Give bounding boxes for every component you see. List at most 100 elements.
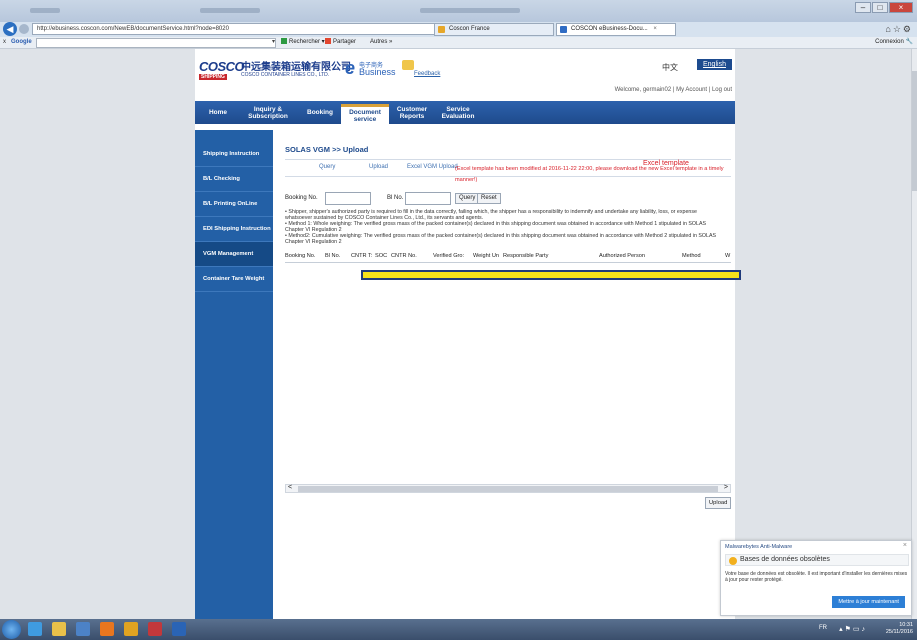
query-button[interactable]: Query bbox=[455, 193, 480, 204]
menu-booking[interactable]: Booking bbox=[299, 101, 341, 124]
signin-button[interactable]: Connexion 🔧 bbox=[875, 37, 913, 48]
vgm-rules: • Shipper, shipper's authorized party is… bbox=[285, 209, 725, 246]
clock-date: 25/11/2016 bbox=[885, 629, 913, 635]
minimize-button[interactable]: – bbox=[855, 2, 871, 13]
rule-text: • Method 1: Whole weighing: The verified… bbox=[285, 221, 707, 234]
tab-coscon-france[interactable]: Coscon France bbox=[434, 23, 554, 36]
feedback-link[interactable]: Feedback bbox=[414, 71, 440, 77]
chrome-icon[interactable] bbox=[100, 622, 114, 636]
excel-template-link[interactable]: Excel template bbox=[643, 160, 689, 167]
horizontal-scrollbar[interactable]: < > bbox=[285, 484, 731, 493]
search-icon bbox=[281, 38, 287, 44]
menu-home[interactable]: Home bbox=[199, 101, 237, 124]
booking-label: Booking No. bbox=[285, 195, 318, 201]
start-button[interactable] bbox=[2, 620, 21, 639]
tab-favicon-icon bbox=[438, 26, 445, 33]
popup-body: Votre base de données est obsolète. Il e… bbox=[725, 571, 908, 583]
tab-excel-vgm-upload[interactable]: Excel VGM Upload bbox=[407, 164, 458, 170]
column-header[interactable]: Bl No. bbox=[325, 253, 340, 259]
column-header[interactable]: CNTR No. bbox=[391, 253, 417, 259]
share-icon bbox=[325, 38, 331, 44]
column-header[interactable]: W bbox=[725, 253, 730, 259]
url-text: http://ebusiness.coscon.com/NewEB/docume… bbox=[37, 26, 229, 32]
language-chinese[interactable]: 中文 bbox=[662, 62, 678, 73]
sidebar-item-container-tare[interactable]: Container Tare Weight bbox=[195, 267, 273, 292]
bl-input[interactable] bbox=[405, 192, 451, 205]
tab-upload[interactable]: Upload bbox=[369, 164, 388, 170]
browser-toolbar-icons[interactable]: ⌂☆⚙ bbox=[885, 24, 913, 35]
menu-customer-reports[interactable]: Customer Reports bbox=[389, 101, 435, 124]
sidebar-item-shipping-instruction[interactable]: Shipping Instruction bbox=[195, 142, 273, 167]
scroll-left-icon[interactable]: < bbox=[288, 484, 292, 491]
tray-icons[interactable]: ▴⚑▭♪ bbox=[839, 625, 867, 633]
word-icon[interactable] bbox=[172, 622, 186, 636]
column-header[interactable]: SOC bbox=[375, 253, 387, 259]
column-header[interactable]: CNTR T: bbox=[351, 253, 372, 259]
media-icon[interactable] bbox=[76, 622, 90, 636]
scroll-thumb[interactable] bbox=[912, 71, 917, 191]
powerpoint-icon[interactable] bbox=[148, 622, 162, 636]
explorer-icon[interactable] bbox=[52, 622, 66, 636]
welcome-text[interactable]: Welcome, germain02 | My Account | Log ou… bbox=[615, 87, 732, 93]
google-logo: Google bbox=[11, 39, 32, 45]
upload-button[interactable]: Upload bbox=[705, 497, 732, 509]
cosco-logo[interactable]: COSCO SHIPPING 中远集装箱运输有限公司 COSCO CONTAIN… bbox=[199, 55, 351, 85]
close-toolbar-icon[interactable]: x bbox=[3, 37, 6, 48]
tab-favicon-icon bbox=[560, 26, 567, 33]
sidebar: Shipping Instruction B/L Checking B/L Pr… bbox=[195, 130, 273, 619]
page-title: SOLAS VGM >> Upload bbox=[285, 145, 369, 154]
forward-button[interactable] bbox=[19, 24, 29, 34]
ie-icon[interactable] bbox=[28, 622, 42, 636]
language-english[interactable]: English bbox=[697, 59, 732, 70]
clock[interactable]: 10:31 25/11/2016 bbox=[886, 622, 913, 636]
update-now-button[interactable]: Mettre à jour maintenant bbox=[832, 596, 905, 608]
tab-close-icon[interactable]: × bbox=[653, 26, 657, 32]
share-button[interactable]: Partager bbox=[325, 37, 356, 48]
column-header[interactable]: Verified Gro: bbox=[433, 253, 464, 259]
popup-close-icon[interactable]: × bbox=[903, 542, 907, 549]
booking-input[interactable] bbox=[325, 192, 371, 205]
sidebar-item-edi-shipping[interactable]: EDI Shipping Instruction bbox=[195, 217, 273, 242]
search-button[interactable]: Rechercher ▾ bbox=[281, 37, 325, 48]
column-header[interactable]: Weight Un bbox=[473, 253, 499, 259]
sidebar-item-bl-checking[interactable]: B/L Checking bbox=[195, 167, 273, 192]
table-header: Booking No. Bl No. CNTR T: SOC CNTR No. … bbox=[285, 249, 731, 263]
maximize-button[interactable]: □ bbox=[872, 2, 888, 13]
column-header[interactable]: Method bbox=[682, 253, 701, 259]
reset-button[interactable]: Reset bbox=[477, 193, 501, 204]
feedback-icon[interactable] bbox=[402, 60, 414, 70]
more-button[interactable]: Autres » bbox=[370, 37, 392, 48]
column-header[interactable]: Booking No. bbox=[285, 253, 315, 259]
back-button[interactable]: ◀ bbox=[3, 22, 17, 36]
language-indicator[interactable]: FR bbox=[819, 625, 827, 631]
menu-inquiry[interactable]: Inquiry & Subscription bbox=[237, 101, 299, 124]
vertical-scrollbar[interactable] bbox=[911, 49, 917, 619]
menu-service-evaluation[interactable]: Service Evaluation bbox=[435, 101, 481, 124]
sidebar-item-bl-printing[interactable]: B/L Printing OnLine bbox=[195, 192, 273, 217]
chevron-down-icon[interactable]: ▾ bbox=[272, 37, 275, 48]
outlook-icon[interactable] bbox=[124, 622, 138, 636]
popup-app-name: Malwarebytes Anti-Malware bbox=[725, 544, 793, 550]
site-header: COSCO SHIPPING 中远集装箱运输有限公司 COSCO CONTAIN… bbox=[195, 49, 735, 101]
clock-time: 10:31 bbox=[899, 622, 913, 628]
tab-label: COSCON eBusiness-Docu... bbox=[571, 26, 648, 32]
tab-coscon-ebusiness[interactable]: COSCON eBusiness-Docu... × bbox=[556, 23, 676, 36]
google-search-input[interactable] bbox=[36, 38, 276, 48]
malwarebytes-popup: Malwarebytes Anti-Malware × Bases de don… bbox=[720, 540, 912, 616]
window-controls: – □ × bbox=[855, 2, 913, 13]
column-header[interactable]: Authorized Person bbox=[599, 253, 645, 259]
main-menu: Home Inquiry & Subscription Booking Docu… bbox=[195, 101, 735, 124]
rule-text: • Shipper, shipper's authorized party is… bbox=[285, 209, 697, 222]
column-header[interactable]: Responsible Party bbox=[503, 253, 548, 259]
browser-title-bar: – □ × bbox=[0, 0, 917, 22]
sidebar-item-vgm-management[interactable]: VGM Management bbox=[195, 242, 273, 267]
scroll-right-icon[interactable]: > bbox=[724, 484, 728, 491]
scroll-thumb[interactable] bbox=[298, 486, 718, 492]
window-title bbox=[420, 8, 520, 13]
menu-document-service[interactable]: Document service bbox=[341, 104, 389, 124]
excel-template-notice: (Excel template has been modified at 201… bbox=[455, 166, 724, 183]
close-window-button[interactable]: × bbox=[889, 2, 913, 13]
tab-query[interactable]: Query bbox=[319, 164, 335, 170]
google-toolbar: x Google ▾ Rechercher ▾ Partager Autres … bbox=[0, 37, 917, 49]
